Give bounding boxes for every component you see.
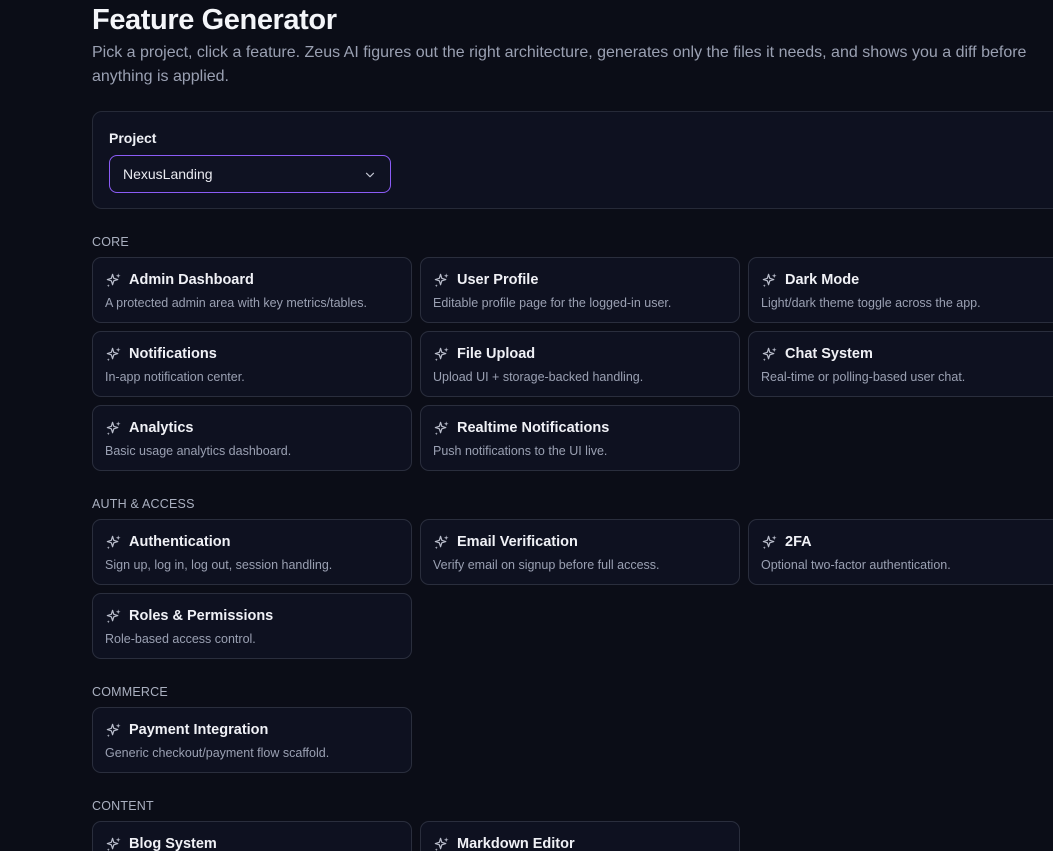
feature-card-description: Generic checkout/payment flow scaffold. bbox=[105, 746, 330, 760]
sparkles-icon bbox=[434, 535, 449, 550]
project-picker-card: Project NexusLanding bbox=[92, 111, 1053, 209]
sparkles-icon bbox=[762, 535, 777, 550]
feature-card-title: Roles & Permissions bbox=[129, 608, 274, 624]
feature-card-title: User Profile bbox=[457, 272, 539, 288]
feature-card-description: Editable profile page for the logged-in … bbox=[433, 296, 672, 310]
feature-card[interactable]: User Profile Editable profile page for th… bbox=[420, 257, 740, 323]
section-label-auth: AUTH & ACCESS bbox=[92, 497, 195, 511]
feature-card[interactable]: Markdown Editor bbox=[420, 821, 740, 851]
chevron-down-icon bbox=[365, 172, 375, 178]
project-select-value: NexusLanding bbox=[123, 166, 213, 182]
feature-card-description: Upload UI + storage-backed handling. bbox=[433, 370, 644, 384]
section-label-content: CONTENT bbox=[92, 799, 154, 813]
feature-card[interactable]: Roles & Permissions Role-based access con… bbox=[92, 593, 412, 659]
feature-card-title: Analytics bbox=[129, 420, 194, 436]
feature-card[interactable]: Chat System Real-time or polling-based us… bbox=[748, 331, 1053, 397]
feature-card-title: Email Verification bbox=[457, 534, 578, 550]
feature-card-description: Real-time or polling-based user chat. bbox=[761, 370, 966, 384]
feature-card[interactable]: Payment Integration Generic checkout/paym… bbox=[92, 707, 412, 773]
feature-card-title: Notifications bbox=[129, 346, 217, 362]
sparkles-icon bbox=[106, 347, 121, 362]
feature-card-description: Optional two-factor authentication. bbox=[761, 558, 951, 572]
feature-card-description: Sign up, log in, log out, session handli… bbox=[105, 558, 333, 572]
section-label-core: CORE bbox=[92, 235, 129, 249]
feature-card[interactable]: Dark Mode Light/dark theme toggle across … bbox=[748, 257, 1053, 323]
page-title: Feature Generator bbox=[92, 4, 337, 36]
feature-card-description: Verify email on signup before full acces… bbox=[433, 558, 660, 572]
feature-card-title: Realtime Notifications bbox=[457, 420, 610, 436]
feature-card-title: File Upload bbox=[457, 346, 536, 362]
main-content: Feature Generator Pick a project, click … bbox=[92, 0, 1053, 851]
feature-card[interactable]: Admin Dashboard A protected admin area wi… bbox=[92, 257, 412, 323]
section-label-commerce: COMMERCE bbox=[92, 685, 168, 699]
feature-card-title: 2FA bbox=[785, 534, 812, 550]
sparkles-icon bbox=[762, 273, 777, 288]
feature-generator-page: Feature Generator Pick a project, click … bbox=[0, 0, 1053, 851]
feature-card-title: Payment Integration bbox=[129, 722, 269, 738]
feature-card-description: Light/dark theme toggle across the app. bbox=[761, 296, 981, 310]
feature-card[interactable]: Authentication Sign up, log in, log out, … bbox=[92, 519, 412, 585]
sparkles-icon bbox=[434, 347, 449, 362]
feature-card[interactable]: File Upload Upload UI + storage-backed ha… bbox=[420, 331, 740, 397]
feature-card-title: Markdown Editor bbox=[457, 836, 575, 851]
feature-card[interactable]: Realtime Notifications Push notifications… bbox=[420, 405, 740, 471]
feature-card-title: Chat System bbox=[785, 346, 873, 362]
sparkles-icon bbox=[762, 347, 777, 362]
feature-card[interactable]: Analytics Basic usage analytics dashboard… bbox=[92, 405, 412, 471]
sparkles-icon bbox=[434, 837, 449, 851]
feature-card-title: Authentication bbox=[129, 534, 231, 550]
sparkles-icon bbox=[106, 723, 121, 738]
feature-card-description: In-app notification center. bbox=[105, 370, 245, 384]
feature-card[interactable]: Blog System bbox=[92, 821, 412, 851]
sparkles-icon bbox=[106, 535, 121, 550]
sparkles-icon bbox=[106, 421, 121, 436]
sparkles-icon bbox=[434, 273, 449, 288]
feature-card-description: Push notifications to the UI live. bbox=[433, 444, 608, 458]
feature-card-description: Role-based access control. bbox=[105, 632, 256, 646]
feature-card-title: Blog System bbox=[129, 836, 217, 851]
feature-card[interactable]: 2FA Optional two-factor authentication. bbox=[748, 519, 1053, 585]
sparkles-icon bbox=[106, 837, 121, 851]
feature-card[interactable]: Email Verification Verify email on signup… bbox=[420, 519, 740, 585]
project-label: Project bbox=[109, 130, 157, 146]
sparkles-icon bbox=[434, 421, 449, 436]
sparkles-icon bbox=[106, 609, 121, 624]
feature-card-description: A protected admin area with key metrics/… bbox=[105, 296, 367, 310]
feature-card-description: Basic usage analytics dashboard. bbox=[105, 444, 292, 458]
sparkles-icon bbox=[106, 273, 121, 288]
feature-card-title: Dark Mode bbox=[785, 272, 860, 288]
project-select[interactable]: NexusLanding bbox=[109, 155, 391, 193]
feature-card-title: Admin Dashboard bbox=[129, 272, 254, 288]
feature-card[interactable]: Notifications In-app notification center. bbox=[92, 331, 412, 397]
page-subtitle: Pick a project, click a feature. Zeus AI… bbox=[92, 44, 1027, 85]
